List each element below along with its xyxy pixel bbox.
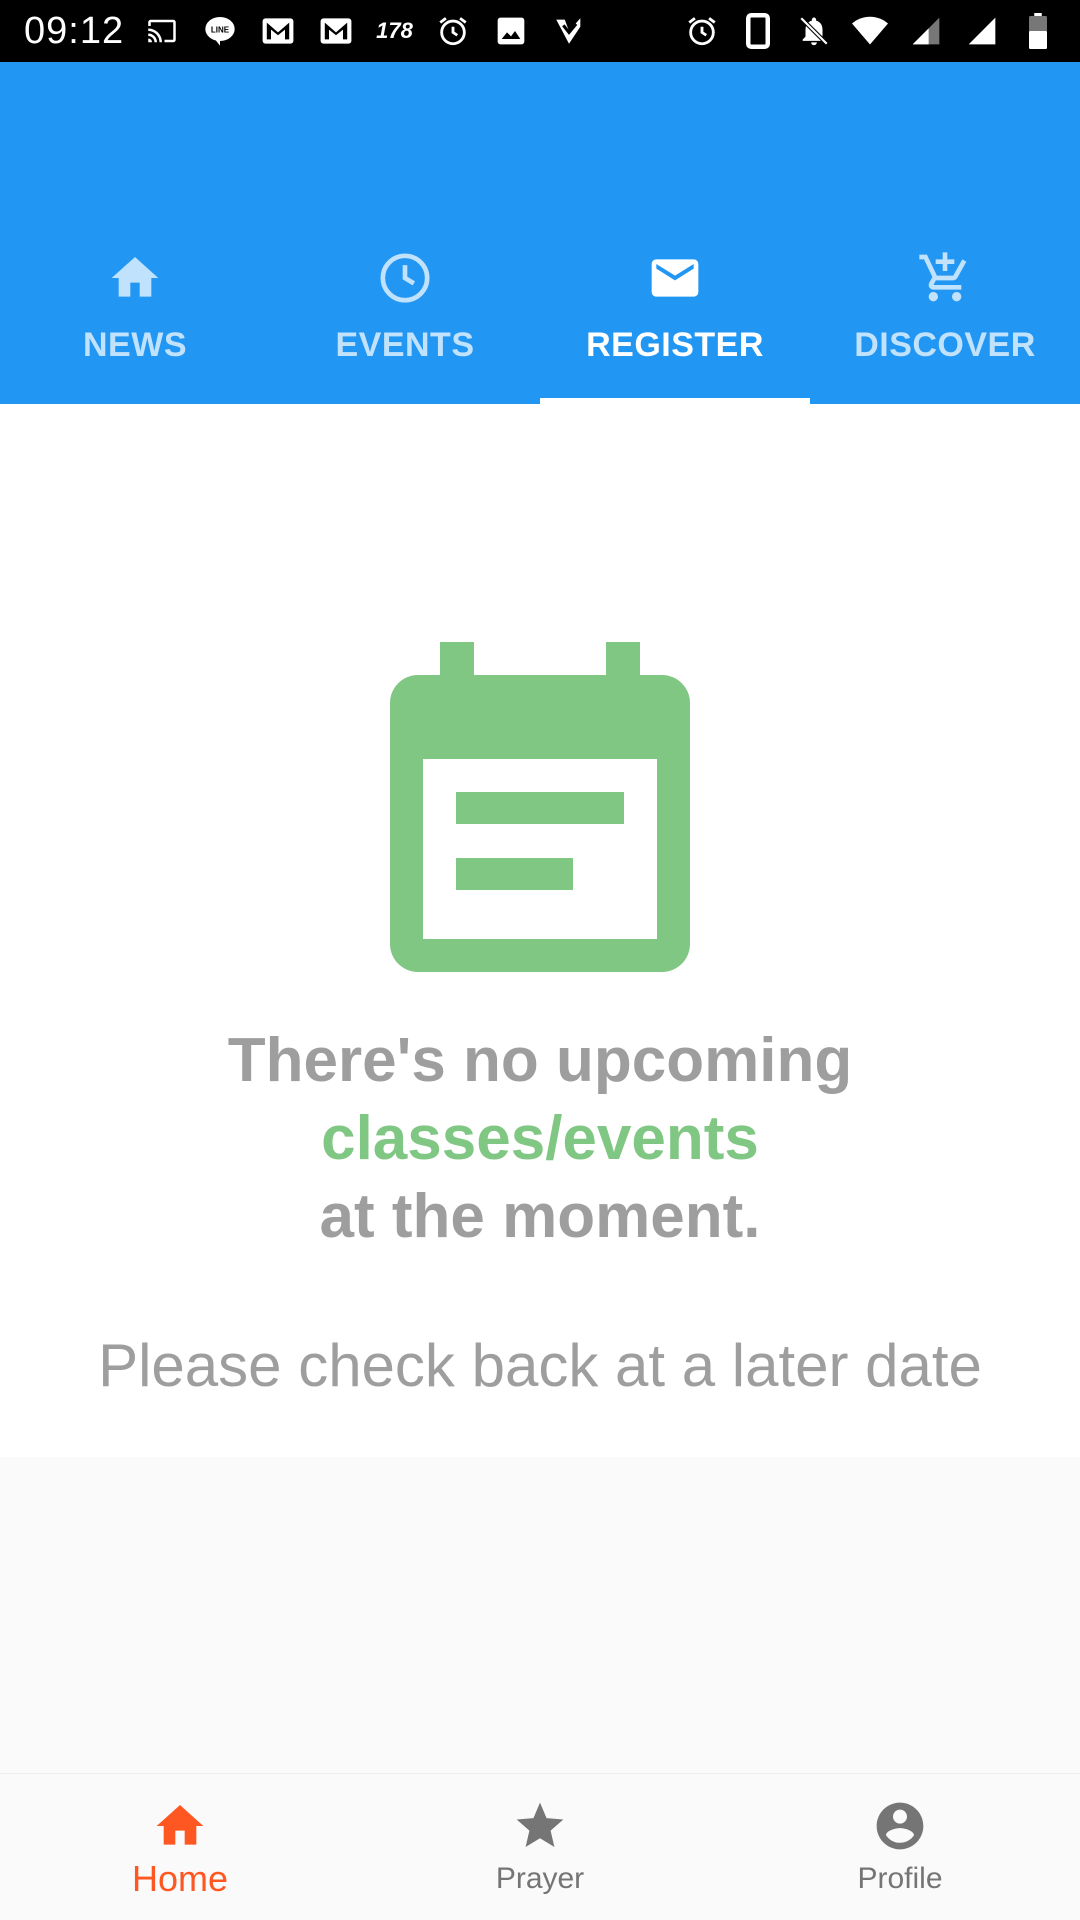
alarm-icon: [435, 13, 471, 49]
notification-count: 178: [376, 18, 413, 43]
empty-message: There's no upcoming classes/events at th…: [228, 1022, 852, 1256]
tab-events-label: EVENTS: [335, 326, 475, 364]
bottom-nav-profile-label: Profile: [857, 1862, 943, 1895]
status-left-icons: LINE 178: [144, 13, 587, 49]
empty-message-line2: classes/events: [321, 1104, 759, 1173]
register-empty-state: There's no upcoming classes/events at th…: [0, 404, 1080, 1457]
home-icon: [105, 248, 165, 308]
app-bar: NEWS EVENTS REGISTER DISCOVER: [0, 62, 1080, 404]
signal-icon: [964, 13, 1000, 49]
gmail-icon: [318, 13, 354, 49]
battery-icon: [1020, 13, 1056, 49]
bottom-nav-home-label: Home: [131, 1858, 229, 1899]
account-icon: [872, 1798, 928, 1854]
bottom-nav-prayer-label: Prayer: [495, 1862, 585, 1895]
clock-icon: [375, 248, 435, 308]
calendar-icon: [390, 642, 690, 972]
svg-text:LINE: LINE: [211, 25, 230, 34]
tab-news-label: NEWS: [83, 326, 187, 364]
bottom-nav: Home Prayer Profile: [0, 1773, 1080, 1920]
wifi-icon: [852, 13, 888, 49]
background-area: [0, 1457, 1080, 1773]
tab-news[interactable]: NEWS: [0, 224, 270, 404]
empty-message-line1: There's no upcoming: [227, 1026, 853, 1095]
status-right-icons: [684, 13, 1056, 49]
bell-off-icon: [796, 13, 832, 49]
bottom-nav-home[interactable]: Home: [0, 1774, 360, 1920]
alarm-icon: [684, 13, 720, 49]
signal-icon: [908, 13, 944, 49]
status-time: 09:12: [24, 9, 125, 52]
tab-events[interactable]: EVENTS: [270, 224, 540, 404]
tab-discover-label: DISCOVER: [854, 326, 1036, 364]
cast-icon: [144, 13, 180, 49]
bottom-nav-profile[interactable]: Profile: [720, 1774, 1080, 1920]
mail-icon: [645, 248, 705, 308]
gmail-icon: [260, 13, 296, 49]
tab-register-label: REGISTER: [586, 326, 764, 364]
image-icon: [493, 13, 529, 49]
tab-register[interactable]: REGISTER: [540, 224, 810, 404]
bottom-nav-prayer[interactable]: Prayer: [360, 1774, 720, 1920]
tab-discover[interactable]: DISCOVER: [810, 224, 1080, 404]
check-icon: [551, 13, 587, 49]
home-icon: [152, 1798, 208, 1854]
line-icon: LINE: [202, 13, 238, 49]
empty-subtext: Please check back at a later date: [98, 1332, 982, 1399]
star-icon: [512, 1798, 568, 1854]
top-tabs: NEWS EVENTS REGISTER DISCOVER: [0, 224, 1080, 404]
cart-plus-icon: [915, 248, 975, 308]
empty-message-line3: at the moment.: [319, 1182, 761, 1251]
status-bar: 09:12 LINE 178: [0, 0, 1080, 62]
phone-icon: [740, 13, 776, 49]
